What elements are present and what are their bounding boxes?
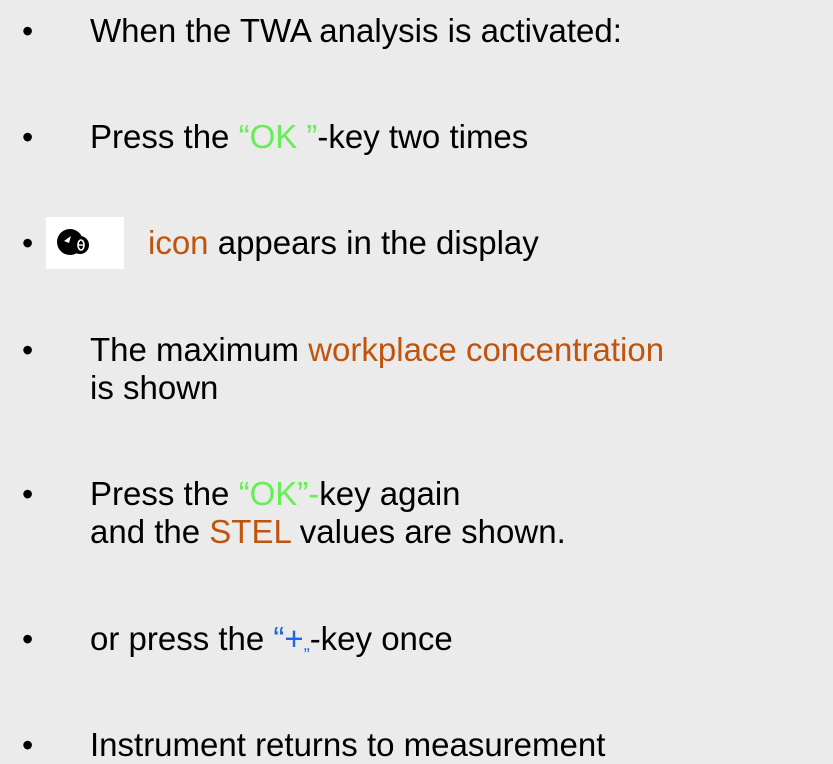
- icon-word-highlight: icon: [148, 224, 209, 261]
- ok-key-highlight: “OK ”: [238, 118, 318, 155]
- text-suffix: -key once: [309, 620, 453, 657]
- bullet-text: Press the “OK ”-key two times: [90, 118, 528, 156]
- bullet-marker: •: [22, 119, 34, 155]
- slide: • When the TWA analysis is activated: • …: [0, 0, 833, 763]
- ok-key-highlight: “OK”-: [238, 475, 320, 512]
- bullet-text-line1: Press the “OK”-key again: [90, 475, 461, 513]
- bullet-marker: •: [22, 332, 34, 368]
- bullet-item-max-concentration: • The maximum workplace concentration is…: [0, 331, 833, 407]
- text-suffix: key again: [319, 475, 461, 512]
- dial-icon: [57, 229, 89, 255]
- bullet-text: When the TWA analysis is activated:: [90, 12, 622, 49]
- text-suffix: appears in the display: [208, 224, 539, 261]
- text-suffix: values are shown.: [290, 513, 566, 550]
- bullet-text: icon appears in the display: [148, 224, 539, 262]
- bullet-marker: •: [22, 476, 34, 512]
- bullet-marker: •: [22, 621, 34, 657]
- bullet-text: or press the “+„-key once: [90, 620, 453, 663]
- plus-key-highlight: “+: [273, 620, 304, 657]
- bullet-text-line2: is shown: [90, 369, 219, 406]
- bullet-marker: •: [22, 727, 34, 763]
- bullet-marker: •: [22, 225, 34, 261]
- text-prefix: The maximum: [90, 331, 309, 368]
- bullet-text: Instrument returns to measurement: [90, 726, 606, 763]
- stel-highlight: STEL: [209, 513, 291, 550]
- text-prefix: Press the: [90, 118, 239, 155]
- workplace-concentration-highlight: workplace concentration: [308, 331, 665, 368]
- text-prefix: and the: [90, 513, 210, 550]
- bullet-marker: •: [22, 13, 34, 49]
- dial-icon-box: [46, 217, 124, 269]
- bullet-text-line1: The maximum workplace concentration: [90, 331, 664, 369]
- text-prefix: or press the: [90, 620, 274, 657]
- bullet-text-line2: and the STEL values are shown.: [90, 513, 566, 551]
- bullet-item-press-ok-again: • Press the “OK”-key again and the STEL …: [0, 475, 833, 551]
- text-suffix: -key two times: [317, 118, 529, 155]
- text-prefix: Press the: [90, 475, 239, 512]
